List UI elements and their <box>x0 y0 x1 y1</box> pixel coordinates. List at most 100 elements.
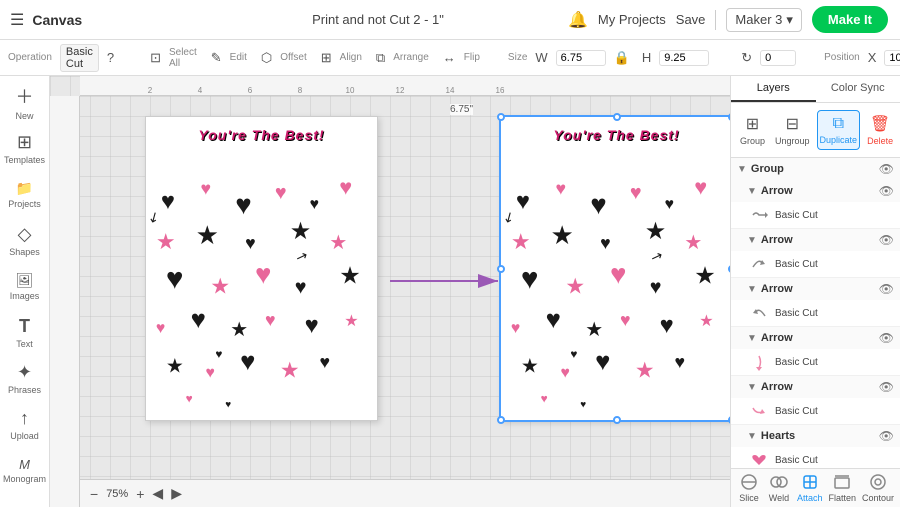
sidebar-item-projects[interactable]: 📁 Projects <box>3 172 47 216</box>
svg-text:♥: ♥ <box>595 348 610 376</box>
duplicate-button[interactable]: ⧉ Duplicate <box>817 110 861 150</box>
canvas-area[interactable]: 2 4 6 8 10 12 14 16 6.75" 9.25" You're T… <box>50 76 730 507</box>
layer-item[interactable]: Basic Cut <box>731 447 900 468</box>
notification-bell-icon[interactable]: 🔔 <box>568 10 588 30</box>
rotate-input[interactable] <box>760 50 796 66</box>
app-title: Canvas <box>32 12 82 28</box>
operation-help-icon[interactable]: ? <box>103 48 118 67</box>
layer-item[interactable]: Basic Cut <box>731 251 900 277</box>
layer-arrow-2-header[interactable]: ▼ Arrow 👁 <box>731 229 900 251</box>
tab-color-sync[interactable]: Color Sync <box>816 76 900 102</box>
arrow-4-name: Arrow <box>761 332 875 344</box>
layer-item[interactable]: Basic Cut <box>731 398 900 424</box>
make-it-button[interactable]: Make It <box>812 6 888 33</box>
weld-tool[interactable]: Weld <box>767 473 791 503</box>
svg-text:♥: ♥ <box>521 262 539 295</box>
tab-layers[interactable]: Layers <box>731 76 816 102</box>
select-all-group: ⊡ Select All <box>146 47 197 69</box>
flip-button[interactable]: ↔ <box>439 48 460 67</box>
svg-text:★: ★ <box>635 358 655 383</box>
sidebar-item-shapes[interactable]: ◇ Shapes <box>3 218 47 262</box>
eye-icon[interactable]: 👁 <box>879 184 894 198</box>
width-input[interactable] <box>556 50 606 66</box>
eye-icon[interactable]: 👁 <box>879 282 894 296</box>
eye-icon[interactable]: 👁 <box>879 380 894 394</box>
svg-text:♥: ♥ <box>511 320 520 337</box>
svg-text:★: ★ <box>230 319 248 341</box>
svg-text:♥: ♥ <box>674 352 685 372</box>
templates-label: Templates <box>4 155 45 165</box>
svg-text:★: ★ <box>344 313 358 330</box>
group-icon: ⊞ <box>746 114 759 134</box>
sidebar-item-monogram[interactable]: M Monogram <box>3 448 47 492</box>
eye-icon[interactable]: 👁 <box>879 233 894 247</box>
layer-arrow-3-header[interactable]: ▼ Arrow 👁 <box>731 278 900 300</box>
eye-icon[interactable]: 👁 <box>879 429 894 443</box>
projects-icon: 📁 <box>16 180 33 197</box>
contour-tool[interactable]: Contour <box>862 473 894 503</box>
nav-left-icon[interactable]: ◀ <box>152 485 163 502</box>
svg-text:♥: ♥ <box>650 276 662 298</box>
save-button[interactable]: Save <box>676 12 706 27</box>
chevron-down-icon: ▾ <box>786 12 793 28</box>
my-projects-button[interactable]: My Projects <box>598 12 666 27</box>
page2-title-text: You're The Best! <box>553 127 679 143</box>
operation-value[interactable]: Basic Cut <box>60 44 99 72</box>
layer-sub-name: Basic Cut <box>775 210 894 221</box>
duplicate-icon: ⧉ <box>833 115 844 133</box>
pos-x-input[interactable] <box>884 50 900 66</box>
delete-button[interactable]: 🗑 Delete <box>864 109 896 151</box>
ruler-tick-16: 16 <box>496 86 505 95</box>
svg-text:↗: ↗ <box>294 246 310 265</box>
maker-selector[interactable]: Maker 3 ▾ <box>726 8 802 32</box>
height-icon: H <box>638 48 655 67</box>
left-sidebar: ＋ New ⊞ Templates 📁 Projects ◇ Shapes 🖼 … <box>0 76 50 507</box>
svg-text:♥: ♥ <box>191 306 206 334</box>
offset-button[interactable]: ⬡ <box>257 48 276 68</box>
align-label: Align <box>340 52 362 63</box>
ungroup-button[interactable]: ⊟ Ungroup <box>772 109 813 151</box>
height-input[interactable] <box>659 50 709 66</box>
flatten-tool[interactable]: Flatten <box>828 473 856 503</box>
lock-icon[interactable]: 🔒 <box>610 48 634 68</box>
sidebar-item-upload[interactable]: ↑ Upload <box>3 402 47 446</box>
layer-group-header-main[interactable]: ▼ Group 👁 <box>731 158 900 180</box>
text-label: Text <box>16 339 33 349</box>
layer-item[interactable]: Basic Cut <box>731 349 900 375</box>
align-button[interactable]: ⊞ <box>317 48 336 68</box>
sidebar-item-new[interactable]: ＋ New <box>3 80 47 124</box>
slice-tool[interactable]: Slice <box>737 473 761 503</box>
layer-hearts-header[interactable]: ▼ Hearts 👁 <box>731 425 900 447</box>
monogram-label: Monogram <box>3 474 46 484</box>
templates-icon: ⊞ <box>17 132 32 153</box>
eye-icon[interactable]: 👁 <box>879 331 894 345</box>
projects-label: Projects <box>8 199 41 209</box>
layer-item[interactable]: Basic Cut <box>731 202 900 228</box>
svg-text:♥: ♥ <box>295 276 307 298</box>
layer-hearts: ▼ Hearts 👁 Basic Cut <box>731 425 900 468</box>
sidebar-item-phrases[interactable]: ✦ Phrases <box>3 356 47 400</box>
svg-text:♥: ♥ <box>201 178 212 198</box>
eye-icon[interactable]: 👁 <box>879 162 894 176</box>
layer-arrow-1-header[interactable]: ▼ Arrow 👁 <box>731 180 900 202</box>
svg-text:♥: ♥ <box>319 352 330 372</box>
zoom-out-button[interactable]: − <box>90 486 98 502</box>
svg-text:♥: ♥ <box>580 399 586 410</box>
layer-arrow-4-header[interactable]: ▼ Arrow 👁 <box>731 327 900 349</box>
sidebar-item-templates[interactable]: ⊞ Templates <box>3 126 47 170</box>
layer-arrow-5-header[interactable]: ▼ Arrow 👁 <box>731 376 900 398</box>
group-button[interactable]: ⊞ Group <box>737 109 768 151</box>
menu-icon[interactable]: ☰ <box>10 10 24 30</box>
layer-item[interactable]: Basic Cut <box>731 300 900 326</box>
zoom-in-button[interactable]: + <box>136 486 144 502</box>
arrange-button[interactable]: ⧉ <box>372 48 389 68</box>
sidebar-item-text[interactable]: T Text <box>3 310 47 354</box>
sidebar-item-images[interactable]: 🖼 Images <box>3 264 47 308</box>
edit-button[interactable]: ✎ <box>207 48 226 68</box>
layer-arrow-icon <box>749 205 769 225</box>
select-all-button[interactable]: ⊡ <box>146 48 165 68</box>
attach-tool[interactable]: Attach <box>797 473 823 503</box>
nav-right-icon[interactable]: ▶ <box>171 485 182 502</box>
document-title: Print and not Cut 2 - 1" <box>312 12 444 27</box>
svg-text:♥: ♥ <box>166 262 184 295</box>
